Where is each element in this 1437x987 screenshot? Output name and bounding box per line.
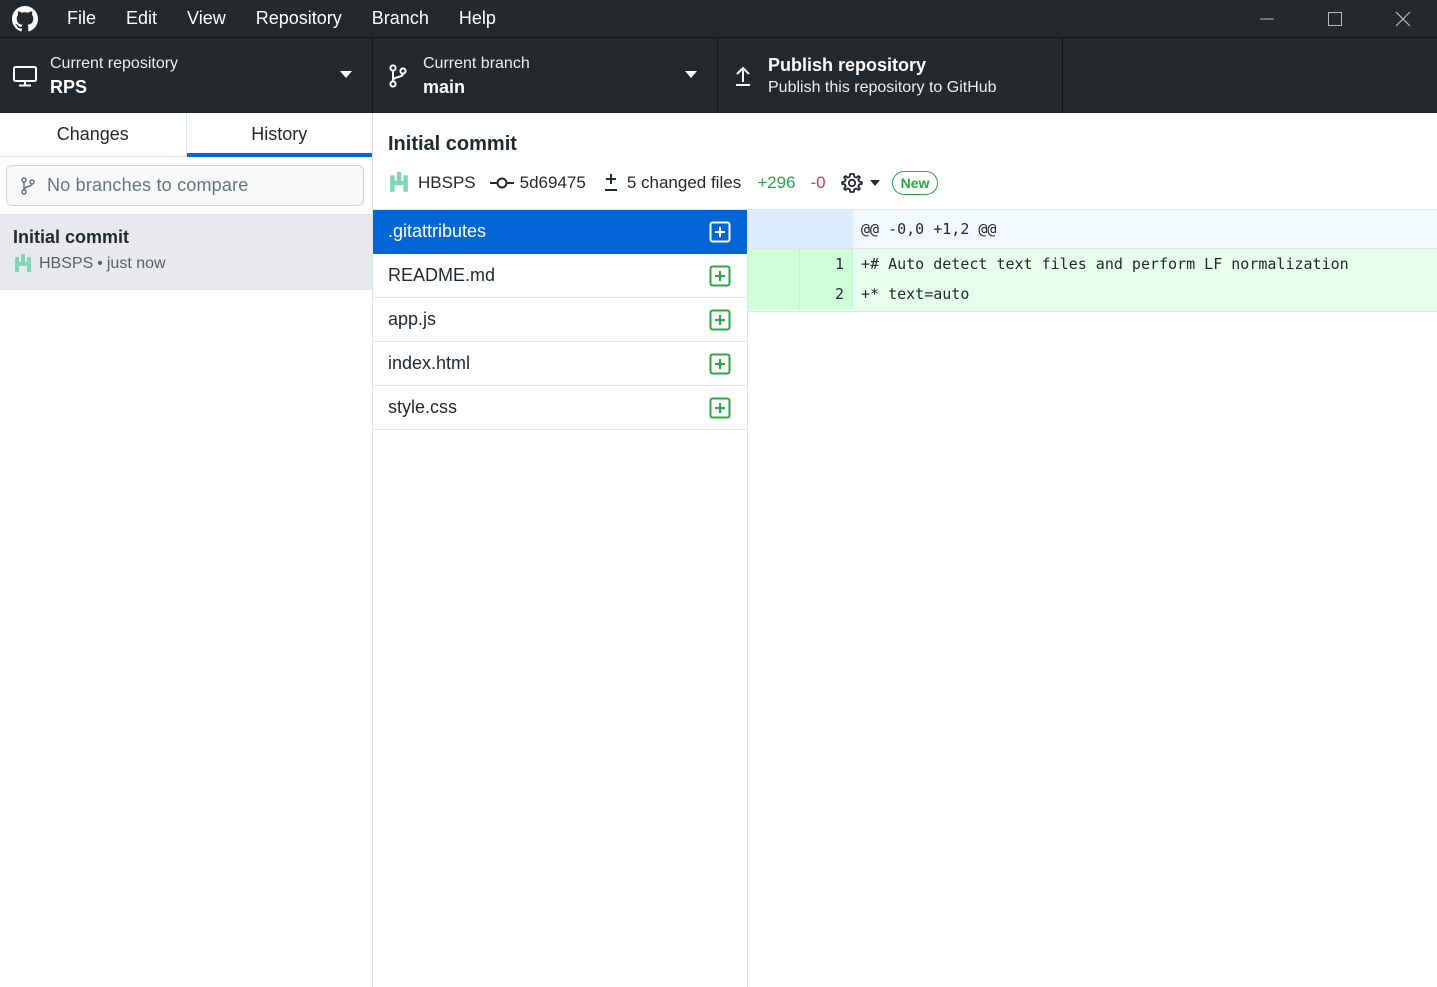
current-branch-button[interactable]: Current branch main [373, 38, 718, 113]
lines-deleted: -0 [810, 173, 826, 192]
tab-changes[interactable]: Changes [0, 113, 187, 156]
minimize-button[interactable] [1233, 0, 1301, 37]
commit-item-time: just now [106, 255, 166, 272]
git-commit-icon [489, 177, 514, 189]
diff-line-added[interactable]: 1 +# Auto detect text files and perform … [748, 249, 1437, 279]
commit-list-item[interactable]: Initial commit HBSPS • just now [0, 215, 372, 290]
diff-line-added[interactable]: 2 +* text=auto [748, 279, 1437, 309]
menu-edit[interactable]: Edit [111, 0, 172, 37]
tab-history[interactable]: History [186, 113, 373, 157]
title-bar: File Edit View Repository Branch Help [0, 0, 1437, 37]
branch-compare-area: No branches to compare [0, 157, 372, 215]
avatar [13, 254, 33, 274]
close-button[interactable] [1369, 0, 1437, 37]
file-name: .gitattributes [388, 221, 487, 241]
new-line-number: 2 [834, 285, 844, 303]
diff-view: @@ -0,0 +1,2 @@ 1 +# Auto detect text fi… [748, 210, 1437, 987]
lines-added: +296 [757, 173, 796, 192]
line-gutter: 2 [748, 279, 853, 309]
file-row[interactable]: index.html [373, 342, 747, 386]
separator-dot: • [97, 255, 103, 272]
toolbar: Current repository RPS Current branch ma… [0, 37, 1437, 113]
commit-item-author: HBSPS [39, 255, 94, 272]
commit-author: HBSPS [418, 173, 476, 192]
diff-settings-button[interactable] [840, 171, 880, 195]
branch-name: main [423, 76, 466, 97]
file-added-icon [709, 265, 731, 287]
menu-repository[interactable]: Repository [241, 0, 357, 37]
sidebar: Changes History No branches to compare I… [0, 113, 373, 987]
file-row[interactable]: README.md [373, 254, 747, 298]
file-added-icon [709, 309, 731, 331]
branch-compare-placeholder: No branches to compare [47, 175, 249, 195]
menu-branch[interactable]: Branch [357, 0, 444, 37]
github-logo-icon [0, 0, 50, 37]
hunk-header-text: @@ -0,0 +1,2 @@ [861, 220, 997, 238]
new-badge: New [891, 171, 939, 195]
diff-icon [604, 174, 617, 191]
git-branch-icon [21, 176, 35, 195]
upload-icon [718, 63, 768, 89]
file-added-icon [709, 397, 731, 419]
commit-title: Initial commit [388, 133, 517, 155]
maximize-button[interactable] [1301, 0, 1369, 37]
changed-files-list: .gitattributes README.md app.js index.ht… [373, 210, 748, 987]
publish-repository-button[interactable]: Publish repository Publish this reposito… [718, 38, 1063, 113]
file-name: index.html [388, 353, 471, 373]
file-name: style.css [388, 397, 458, 417]
caret-down-icon [340, 71, 352, 78]
hunk-gutter [748, 210, 853, 248]
file-added-icon [709, 353, 731, 375]
caret-down-icon [685, 71, 697, 78]
file-added-icon [709, 221, 731, 243]
current-repository-button[interactable]: Current repository RPS [0, 38, 373, 113]
changed-files-label: 5 changed files [626, 173, 742, 192]
maximize-icon [1328, 11, 1342, 26]
file-row[interactable]: style.css [373, 386, 747, 430]
desktop-icon [0, 64, 50, 88]
repository-label: Current repository [50, 54, 179, 72]
gear-icon [840, 173, 863, 193]
minimize-icon [1260, 18, 1274, 19]
commit-summary-header: Initial commit HBSPS 5d69475 5 changed f… [373, 113, 1437, 210]
menu-bar: File Edit View Repository Branch Help [50, 0, 511, 37]
diff-hunk-header[interactable]: @@ -0,0 +1,2 @@ [748, 210, 1437, 249]
window-controls [1233, 0, 1437, 37]
new-line-number: 1 [834, 255, 844, 273]
close-icon [1395, 11, 1411, 26]
branch-label: Current branch [423, 54, 530, 72]
branch-compare-input[interactable]: No branches to compare [6, 165, 364, 206]
line-gutter: 1 [748, 249, 853, 279]
file-name: app.js [388, 309, 437, 329]
commit-item-title: Initial commit [13, 227, 130, 247]
changed-files-count: 5 changed files [603, 172, 741, 194]
file-row[interactable]: .gitattributes [373, 210, 747, 254]
diff-line-text: +* text=auto [861, 285, 970, 303]
diff-line-text: +# Auto detect text files and perform LF… [861, 255, 1349, 273]
sidebar-tabs: Changes History [0, 113, 372, 157]
file-name: README.md [388, 265, 496, 285]
git-branch-icon [373, 63, 423, 89]
commit-meta: HBSPS 5d69475 5 changed files +296 -0 Ne… [388, 170, 1422, 196]
repository-name: RPS [50, 76, 88, 97]
avatar [388, 172, 410, 194]
menu-help[interactable]: Help [444, 0, 511, 37]
publish-title: Publish repository [768, 54, 927, 75]
caret-down-icon [869, 180, 880, 186]
publish-subtitle: Publish this repository to GitHub [768, 78, 997, 96]
commit-sha-button[interactable]: 5d69475 [489, 173, 586, 193]
diff-end-divider [748, 309, 1437, 312]
old-line-number [748, 279, 800, 309]
file-row[interactable]: app.js [373, 298, 747, 342]
commit-sha: 5d69475 [519, 173, 586, 192]
menu-view[interactable]: View [172, 0, 241, 37]
menu-file[interactable]: File [50, 0, 111, 37]
old-line-number [748, 249, 800, 279]
